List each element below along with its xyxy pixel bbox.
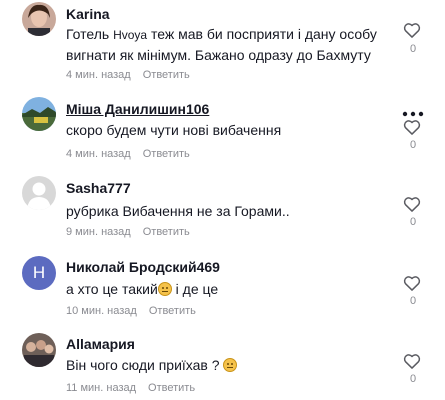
reply-button[interactable]: Ответить — [143, 69, 190, 81]
comment-text: Готель Hvoya теж мав би посприяти і дану… — [66, 26, 377, 42]
like-count: 0 — [409, 216, 417, 228]
comment-time: 4 мин. назад — [66, 69, 131, 81]
like-count: 0 — [409, 139, 417, 151]
comment-meta: 4 мин. назад Ответить — [66, 148, 190, 160]
comment-time: 9 мин. назад — [66, 226, 131, 238]
more-options-icon[interactable] — [402, 104, 424, 117]
reply-button[interactable]: Ответить — [148, 382, 195, 394]
comment-meta: 9 мин. назад Ответить — [66, 226, 190, 238]
comment-text: скоро будем чути нові вибачення — [66, 122, 282, 138]
avatar[interactable] — [22, 176, 56, 210]
comment-meta: 10 мин. назад Ответить — [66, 305, 196, 317]
like-count: 0 — [409, 43, 417, 55]
reply-button[interactable]: Ответить — [143, 148, 190, 160]
avatar[interactable] — [22, 333, 56, 367]
heart-icon[interactable] — [402, 20, 422, 40]
avatar-letter: H — [32, 263, 46, 282]
avatar[interactable]: H — [22, 256, 56, 290]
reply-button[interactable]: Ответить — [149, 305, 196, 317]
comment-text: а хто це такий і де це — [66, 281, 219, 297]
comment-text-line-2: вигнати як мінімум. Бажано одразу до Бах… — [66, 47, 371, 63]
heart-icon[interactable] — [402, 351, 422, 371]
comment-time: 4 мин. назад — [66, 148, 131, 160]
heart-icon[interactable] — [402, 117, 422, 137]
comment-author[interactable]: Sasha777 — [66, 180, 131, 196]
comment-meta: 11 мин. назад Ответить — [66, 382, 195, 394]
avatar[interactable] — [22, 2, 56, 36]
like-count: 0 — [409, 295, 417, 307]
comment-author[interactable]: Міша Данилишин106 — [66, 101, 209, 117]
comment-author[interactable]: Allaмария — [66, 336, 135, 352]
comment-time: 10 мин. назад — [66, 305, 137, 317]
heart-icon[interactable] — [402, 194, 422, 214]
like-count: 0 — [409, 373, 417, 385]
grimacing-emoji-icon — [223, 358, 238, 372]
comment-text: рубрика Вибачення не за Горами.. — [66, 203, 290, 219]
comment-author[interactable]: Николай Бродский469 — [66, 259, 220, 275]
comment-author[interactable]: Karina — [66, 6, 110, 22]
reply-button[interactable]: Ответить — [143, 226, 190, 238]
comment-time: 11 мин. назад — [66, 382, 137, 394]
comment-meta: 4 мин. назад Ответить — [66, 69, 190, 81]
avatar[interactable] — [22, 97, 56, 131]
comment-text: Він чого сюди приїхав ? — [66, 357, 238, 373]
heart-icon[interactable] — [402, 273, 422, 293]
grimacing-emoji-icon — [157, 282, 172, 296]
